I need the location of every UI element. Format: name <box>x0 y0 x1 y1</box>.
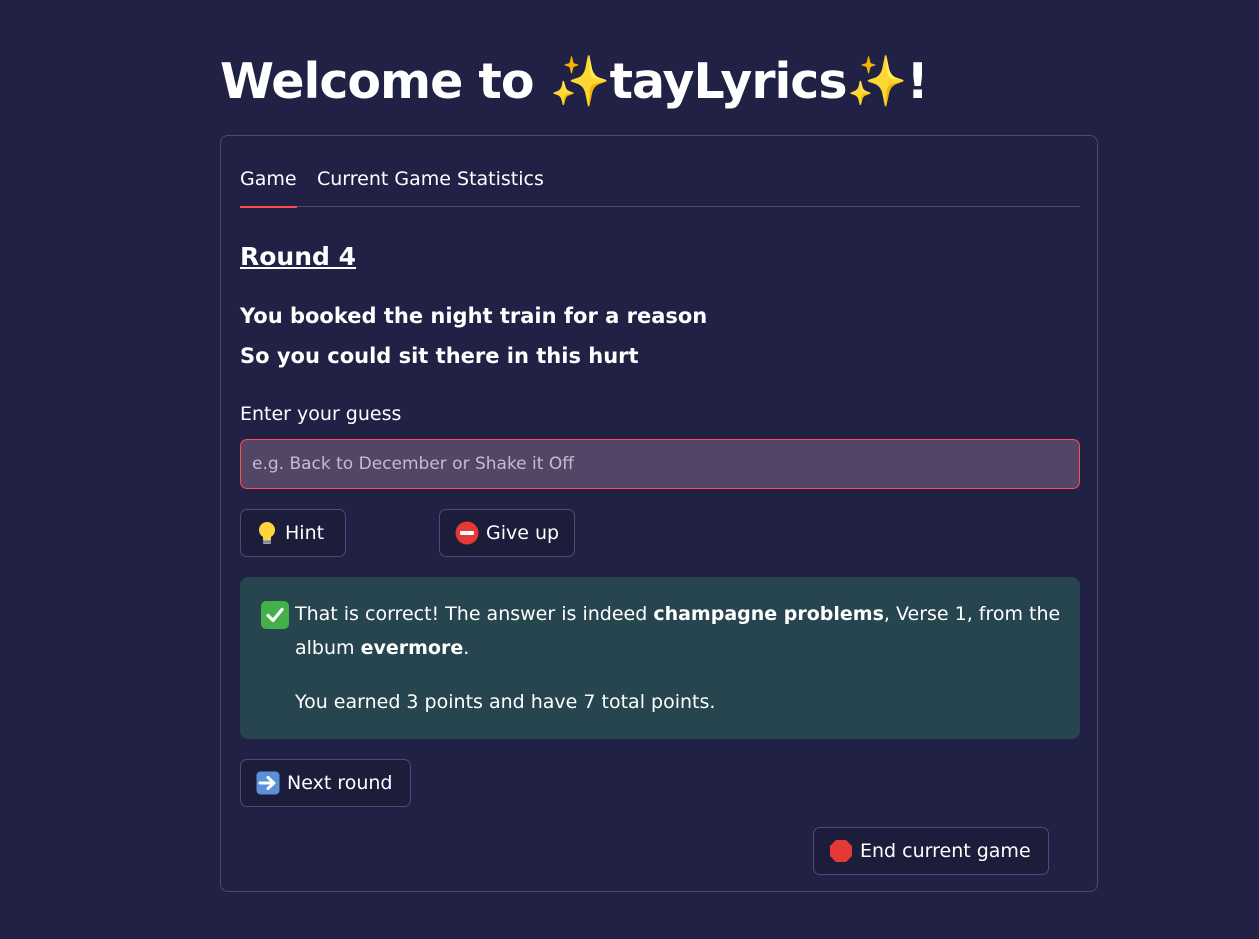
page-title: Welcome to ✨tayLyrics✨! <box>220 44 929 120</box>
result-suffix: . <box>463 637 470 659</box>
album-name: evermore <box>360 637 464 659</box>
song-name: champagne problems <box>653 603 884 625</box>
brand-name: tayLyrics <box>609 53 848 110</box>
lightbulb-icon <box>256 521 278 545</box>
lyric-line: You booked the night train for a reason <box>240 304 708 328</box>
game-card: Game Current Game Statistics Round 4 You… <box>220 135 1098 892</box>
title-suffix: ! <box>906 53 929 110</box>
tab-bar: Game Current Game Statistics <box>240 160 1080 208</box>
no-entry-icon <box>455 521 479 545</box>
tab-game[interactable]: Game <box>240 168 297 208</box>
next-round-button[interactable]: Next round <box>240 759 411 807</box>
tab-current-game-statistics[interactable]: Current Game Statistics <box>317 168 544 190</box>
lyric-line: So you could sit there in this hurt <box>240 344 639 368</box>
stop-sign-icon <box>829 839 853 863</box>
check-mark-icon <box>261 601 289 629</box>
give-up-label: Give up <box>486 522 560 544</box>
end-game-label: End current game <box>860 840 1031 862</box>
hint-label: Hint <box>285 522 325 544</box>
hint-button[interactable]: Hint <box>240 509 346 557</box>
result-message: That is correct! The answer is indeed ch… <box>295 597 1065 719</box>
sparkle-icon: ✨ <box>846 53 908 110</box>
sparkle-icon: ✨ <box>549 53 611 110</box>
page: Welcome to ✨tayLyrics✨! Game Current Gam… <box>0 0 1259 939</box>
right-arrow-icon <box>256 771 280 795</box>
result-line: That is correct! The answer is indeed ch… <box>295 597 1065 665</box>
success-alert: That is correct! The answer is indeed ch… <box>240 577 1080 739</box>
end-current-game-button[interactable]: End current game <box>813 827 1049 875</box>
round-title: Round 4 <box>240 242 357 271</box>
give-up-button[interactable]: Give up <box>439 509 575 557</box>
guess-input[interactable] <box>240 439 1080 489</box>
guess-label: Enter your guess <box>240 403 402 425</box>
title-prefix: Welcome to <box>220 53 550 110</box>
points-line: You earned 3 points and have 7 total poi… <box>295 691 716 713</box>
result-prefix: That is correct! The answer is indeed <box>295 603 654 625</box>
next-round-label: Next round <box>287 772 393 794</box>
